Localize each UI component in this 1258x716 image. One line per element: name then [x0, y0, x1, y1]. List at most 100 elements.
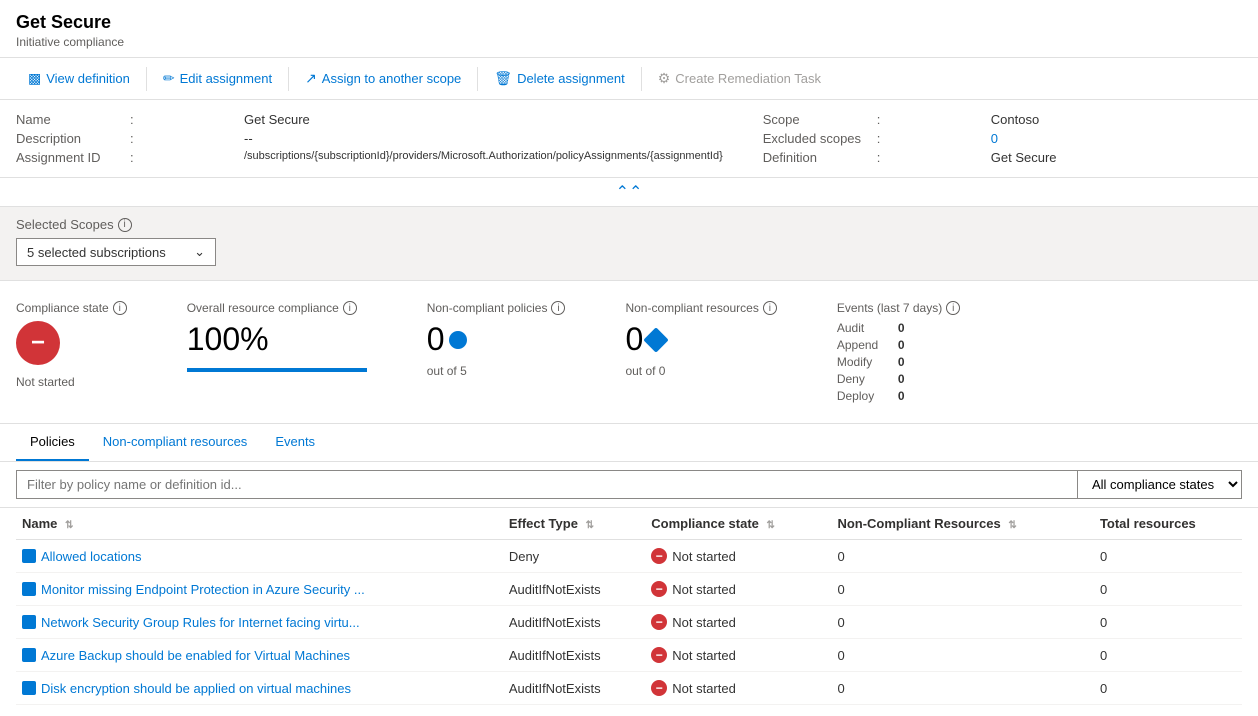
meta-assignid-value: /subscriptions/{subscriptionId}/provider…	[244, 150, 723, 162]
table-row: Azure Backup should be enabled for Virtu…	[16, 639, 1242, 672]
assign-to-scope-button[interactable]: ↗ Assign to another scope	[293, 64, 473, 93]
policy-name-link-1[interactable]: Monitor missing Endpoint Protection in A…	[22, 582, 497, 597]
name-sort-icon[interactable]: ⇅	[65, 520, 73, 531]
policy-icon-4	[22, 681, 36, 695]
meta-definition-label: Definition	[763, 150, 873, 165]
cell-compliance-4: − Not started	[645, 672, 831, 705]
cell-effect-1: AuditIfNotExists	[503, 573, 645, 606]
non-compliant-policies-sub: out of 5	[427, 364, 566, 378]
event-row-deny: Deny 0	[837, 372, 960, 386]
edit-assignment-button[interactable]: ✏ Edit assignment	[151, 64, 284, 93]
cell-effect-4: AuditIfNotExists	[503, 672, 645, 705]
cell-name-0: Allowed locations	[16, 540, 503, 573]
non-compliant-sort-icon[interactable]: ⇅	[1008, 520, 1016, 531]
delete-assignment-button[interactable]: 🗑 Delete assignment	[482, 64, 636, 93]
not-started-icon-3: −	[651, 647, 667, 663]
cell-effect-2: AuditIfNotExists	[503, 606, 645, 639]
scopes-section: Selected Scopes i 5 selected subscriptio…	[0, 207, 1258, 281]
page-header: Get Secure Initiative compliance	[0, 0, 1258, 58]
compliance-state-filter[interactable]: All compliance states	[1078, 470, 1242, 499]
create-remediation-button[interactable]: ⚙ Create Remediation Task	[646, 64, 833, 93]
meta-desc-value: --	[244, 131, 253, 146]
overall-compliance-block: Overall resource compliance i 100%	[187, 301, 367, 372]
cell-compliance-1: − Not started	[645, 573, 831, 606]
cell-effect-0: Deny	[503, 540, 645, 573]
policies-info-icon: i	[551, 301, 565, 315]
cell-name-3: Azure Backup should be enabled for Virtu…	[16, 639, 503, 672]
page-title: Get Secure	[16, 12, 1242, 33]
cell-non-compliant-1: 0	[831, 573, 1094, 606]
policy-filter-input[interactable]	[16, 470, 1078, 499]
compliance-info-icon: i	[113, 301, 127, 315]
cell-non-compliant-2: 0	[831, 606, 1094, 639]
policy-name-link-3[interactable]: Azure Backup should be enabled for Virtu…	[22, 648, 497, 663]
overall-compliance-label: Overall resource compliance i	[187, 301, 367, 315]
policy-name-link-2[interactable]: Network Security Group Rules for Interne…	[22, 615, 497, 630]
compliance-badge-1: − Not started	[651, 581, 825, 597]
tab-events[interactable]: Events	[261, 424, 329, 461]
cell-total-1: 0	[1094, 573, 1242, 606]
non-compliant-policies-label: Non-compliant policies i	[427, 301, 566, 315]
progress-bar-container	[187, 368, 367, 372]
non-compliant-resources-label: Non-compliant resources i	[625, 301, 776, 315]
not-started-icon-1: −	[651, 581, 667, 597]
events-info-icon: i	[946, 301, 960, 315]
meta-name-row: Name : Get Secure	[16, 110, 723, 129]
stats-section: Compliance state i Not started Overall r…	[0, 281, 1258, 424]
col-compliance: Compliance state ⇅	[645, 508, 831, 540]
meta-scope-label: Scope	[763, 112, 873, 127]
table-row: Monitor missing Endpoint Protection in A…	[16, 573, 1242, 606]
not-started-icon-4: −	[651, 680, 667, 696]
cell-compliance-2: − Not started	[645, 606, 831, 639]
col-total: Total resources	[1094, 508, 1242, 540]
events-block: Events (last 7 days) i Audit 0 Append 0 …	[837, 301, 960, 403]
policy-icon-2	[22, 615, 36, 629]
cell-compliance-3: − Not started	[645, 639, 831, 672]
meta-name-value: Get Secure	[244, 112, 310, 127]
events-label: Events (last 7 days) i	[837, 301, 960, 315]
meta-excluded-value[interactable]: 0	[991, 131, 998, 146]
effect-sort-icon[interactable]: ⇅	[586, 520, 594, 531]
col-effect: Effect Type ⇅	[503, 508, 645, 540]
non-compliant-policies-value: 0	[427, 321, 445, 358]
delete-icon: 🗑	[494, 70, 512, 87]
cell-non-compliant-0: 0	[831, 540, 1094, 573]
policy-name-link-4[interactable]: Disk encryption should be applied on vir…	[22, 681, 497, 696]
meta-section: Name : Get Secure Description : -- Assig…	[0, 100, 1258, 178]
page-subtitle: Initiative compliance	[16, 35, 1242, 49]
view-definition-button[interactable]: ▩ View definition	[16, 64, 142, 93]
not-started-icon-2: −	[651, 614, 667, 630]
scopes-dropdown[interactable]: 5 selected subscriptions ⌄	[16, 238, 216, 266]
events-list: Audit 0 Append 0 Modify 0 Deny 0 Deploy …	[837, 321, 960, 403]
event-row-append: Append 0	[837, 338, 960, 352]
policy-icon-3	[22, 648, 36, 662]
table-header-row: Name ⇅ Effect Type ⇅ Compliance state ⇅ …	[16, 508, 1242, 540]
tab-non-compliant-resources[interactable]: Non-compliant resources	[89, 424, 262, 461]
toolbar: ▩ View definition ✏ Edit assignment ↗ As…	[0, 58, 1258, 100]
resources-cube-icon	[644, 327, 669, 352]
cell-non-compliant-3: 0	[831, 639, 1094, 672]
meta-excluded-label: Excluded scopes	[763, 131, 873, 146]
tabs-section: Policies Non-compliant resources Events	[0, 424, 1258, 462]
compliance-state-icon	[16, 321, 60, 365]
assign-icon: ↗	[305, 70, 317, 87]
tab-policies[interactable]: Policies	[16, 424, 89, 461]
overall-info-icon: i	[343, 301, 357, 315]
event-row-audit: Audit 0	[837, 321, 960, 335]
cell-name-2: Network Security Group Rules for Interne…	[16, 606, 503, 639]
cell-total-0: 0	[1094, 540, 1242, 573]
view-definition-icon: ▩	[28, 70, 41, 87]
cell-total-3: 0	[1094, 639, 1242, 672]
meta-assignid-label: Assignment ID	[16, 150, 126, 165]
meta-assignid-row: Assignment ID : /subscriptions/{subscrip…	[16, 148, 723, 167]
cell-compliance-0: − Not started	[645, 540, 831, 573]
policies-table-container: Name ⇅ Effect Type ⇅ Compliance state ⇅ …	[0, 508, 1258, 705]
policy-name-link-0[interactable]: Allowed locations	[22, 549, 497, 564]
non-compliant-resources-sub: out of 0	[625, 364, 776, 378]
toolbar-separator-4	[641, 67, 642, 91]
meta-definition-row: Definition : Get Secure	[763, 148, 1242, 167]
meta-scope-row: Scope : Contoso	[763, 110, 1242, 129]
non-compliant-resources-count: 0	[625, 321, 776, 358]
compliance-sort-icon[interactable]: ⇅	[767, 520, 775, 531]
collapse-button[interactable]: ⌃⌃	[0, 178, 1258, 207]
